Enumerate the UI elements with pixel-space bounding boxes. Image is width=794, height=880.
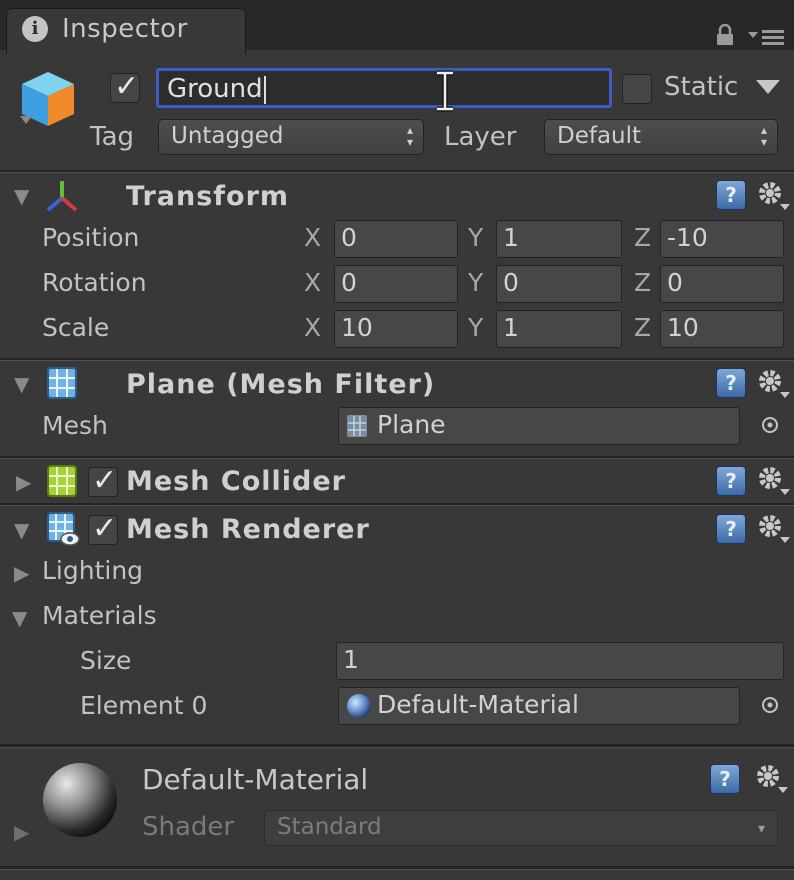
material-foldout-icon[interactable]: ▶ [14, 820, 29, 844]
axis-z-label: Z [634, 223, 652, 252]
element-0-label: Element 0 [80, 691, 208, 720]
position-label: Position [42, 223, 140, 252]
tag-value: Untagged [171, 123, 284, 149]
help-icon[interactable]: ? [716, 466, 746, 496]
mesh-filter-icon [47, 367, 77, 399]
position-x-field[interactable]: 0 [334, 220, 458, 258]
transform-title: Transform [126, 181, 290, 212]
lighting-foldout-icon[interactable]: ▶ [14, 561, 29, 585]
rotation-z-field[interactable]: 0 [660, 265, 784, 303]
element-0-object-field[interactable]: Default-Material [338, 687, 740, 725]
active-toggle[interactable] [110, 69, 140, 104]
size-label: Size [80, 646, 132, 675]
rotation-y-field[interactable]: 0 [496, 265, 622, 303]
layer-label: Layer [444, 122, 517, 152]
gameobject-cube-icon [20, 72, 74, 126]
element-0-value: Default-Material [377, 690, 579, 719]
rotation-label: Rotation [42, 268, 147, 297]
scale-label: Scale [42, 313, 110, 342]
axis-y-label: Y [468, 223, 484, 252]
layer-dropdown[interactable]: Default ▴ ▾ [544, 119, 778, 155]
material-name: Default-Material [142, 763, 369, 796]
scale-x-field[interactable]: 10 [334, 310, 458, 348]
mesh-asset-icon [347, 415, 367, 437]
tag-dropdown[interactable]: Untagged ▴ ▾ [158, 119, 424, 155]
gear-icon[interactable] [756, 511, 790, 545]
axis-y-label: Y [468, 313, 484, 342]
tab-label: Inspector [62, 14, 188, 44]
tag-label: Tag [90, 122, 135, 152]
divider [0, 172, 794, 173]
rotation-x-field[interactable]: 0 [334, 265, 458, 303]
mesh-collider-foldout-icon[interactable]: ▶ [16, 470, 31, 494]
info-icon: i [22, 16, 48, 42]
mesh-renderer-enabled-toggle[interactable] [88, 511, 118, 546]
axis-z-label: Z [634, 313, 652, 342]
mesh-collider-enabled-toggle[interactable] [88, 463, 118, 498]
help-icon[interactable]: ? [710, 764, 740, 794]
mesh-filter-title: Plane (Mesh Filter) [126, 369, 436, 400]
divider [0, 505, 794, 506]
divider [0, 360, 794, 361]
divider [0, 869, 794, 870]
object-picker-icon[interactable] [760, 695, 780, 715]
gear-icon[interactable] [756, 463, 790, 497]
scale-z-field[interactable]: 10 [660, 310, 784, 348]
position-z-field[interactable]: -10 [660, 220, 784, 258]
transform-axes-icon [46, 181, 78, 212]
axis-x-label: X [304, 313, 322, 342]
lighting-label[interactable]: Lighting [42, 556, 143, 585]
mesh-value: Plane [377, 410, 446, 439]
text-caret [263, 75, 266, 104]
help-icon[interactable]: ? [716, 514, 746, 544]
gear-icon[interactable] [756, 178, 790, 212]
material-sphere-icon [347, 694, 371, 718]
static-label: Static [664, 72, 739, 102]
axis-x-label: X [304, 223, 322, 252]
static-dropdown-icon[interactable] [756, 80, 780, 94]
scale-y-field[interactable]: 1 [496, 310, 622, 348]
divider [0, 458, 794, 459]
axis-x-label: X [304, 268, 322, 297]
updown-arrows-icon: ▴ ▾ [406, 123, 413, 149]
material-preview-sphere-icon [43, 763, 117, 837]
shader-label: Shader [142, 812, 235, 842]
mesh-label: Mesh [42, 411, 108, 440]
help-icon[interactable]: ? [716, 368, 746, 398]
layer-value: Default [557, 123, 642, 149]
ibeam-cursor-icon [437, 70, 453, 112]
object-picker-icon[interactable] [760, 415, 780, 435]
mesh-filter-foldout-icon[interactable]: ▼ [14, 372, 29, 396]
gear-icon[interactable] [756, 366, 790, 400]
divider [0, 747, 794, 748]
materials-label[interactable]: Materials [42, 601, 157, 630]
mesh-renderer-icon [47, 512, 80, 546]
materials-size-field[interactable]: 1 [336, 642, 784, 680]
lock-icon[interactable] [714, 24, 736, 46]
gear-icon[interactable] [754, 761, 788, 795]
mesh-renderer-foldout-icon[interactable]: ▼ [14, 518, 29, 542]
help-icon[interactable]: ? [716, 180, 746, 210]
updown-arrows-icon: ▴ ▾ [760, 123, 767, 149]
object-name-input[interactable]: Ground [156, 68, 612, 108]
axis-y-label: Y [468, 268, 484, 297]
static-toggle[interactable] [622, 74, 652, 104]
axis-z-label: Z [634, 268, 652, 297]
materials-foldout-icon[interactable]: ▼ [12, 606, 27, 630]
object-name-value: Ground [167, 74, 263, 104]
mesh-renderer-title: Mesh Renderer [126, 514, 370, 545]
mesh-collider-icon [47, 465, 77, 497]
mesh-object-field[interactable]: Plane [338, 407, 740, 445]
position-y-field[interactable]: 1 [496, 220, 622, 258]
transform-foldout-icon[interactable]: ▼ [14, 184, 29, 208]
mesh-collider-title: Mesh Collider [126, 466, 346, 497]
shader-dropdown[interactable]: Standard ▾ [264, 810, 778, 846]
dropdown-arrow-icon: ▾ [757, 821, 765, 837]
shader-value: Standard [277, 814, 382, 840]
window-menu-icon[interactable] [748, 26, 786, 46]
